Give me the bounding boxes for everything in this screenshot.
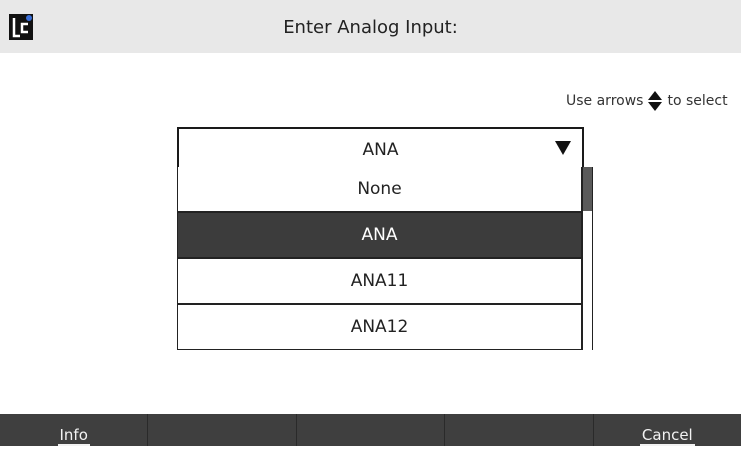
option-ana12[interactable]: ANA12 xyxy=(178,305,583,349)
title-bar: Enter Analog Input: xyxy=(0,0,741,53)
caret-down-icon[interactable] xyxy=(554,140,572,156)
hint-prefix: Use arrows xyxy=(566,93,644,109)
option-none[interactable]: None xyxy=(178,167,583,213)
selection-hint: Use arrows to select xyxy=(566,90,741,112)
info-button-label: Info xyxy=(57,426,90,446)
cancel-button-label: Cancel xyxy=(639,426,695,446)
option-ana11[interactable]: ANA11 xyxy=(178,259,583,305)
softkey-2[interactable] xyxy=(148,414,297,446)
softkey-bar: Info Cancel xyxy=(0,414,741,446)
softkey-4[interactable] xyxy=(445,414,594,446)
info-button[interactable]: Info xyxy=(0,414,149,446)
option-ana[interactable]: ANA xyxy=(178,213,583,259)
softkey-3[interactable] xyxy=(297,414,446,446)
cancel-button[interactable]: Cancel xyxy=(594,414,741,446)
analog-input-select[interactable]: ANA xyxy=(177,127,584,169)
selected-value: ANA xyxy=(362,140,399,160)
options-list: None ANA ANA11 ANA12 xyxy=(177,167,583,350)
scroll-thumb[interactable] xyxy=(583,167,592,211)
up-down-arrows-icon xyxy=(648,91,663,111)
list-scrollbar[interactable] xyxy=(583,167,593,350)
page-title: Enter Analog Input: xyxy=(283,17,458,38)
hint-suffix: to select xyxy=(667,93,728,109)
